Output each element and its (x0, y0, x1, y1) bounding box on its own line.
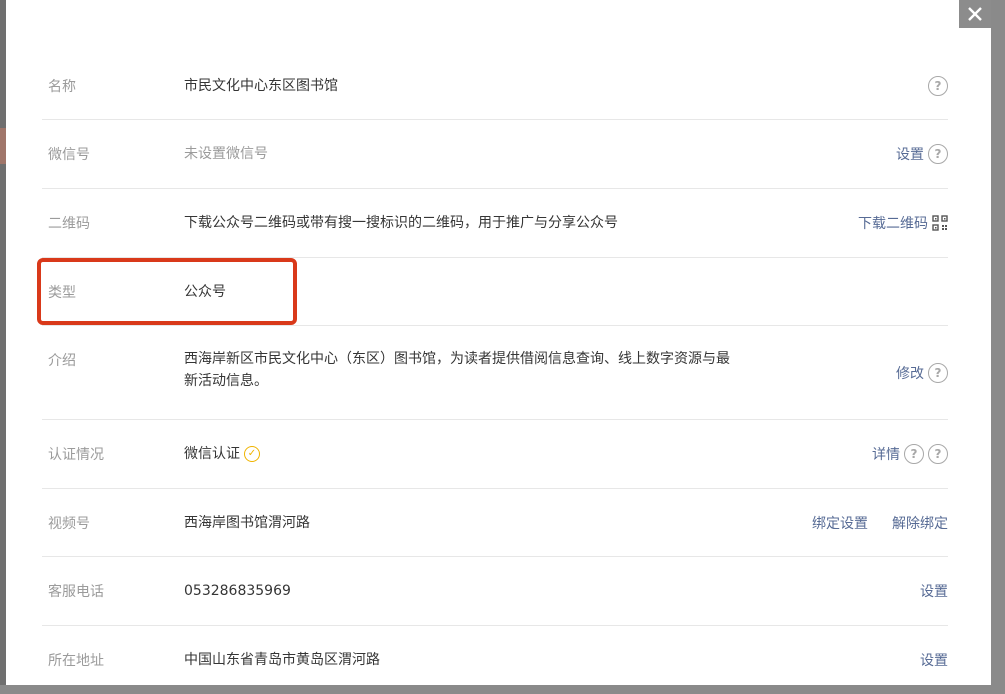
verified-check-icon: ✓ (244, 446, 260, 462)
row-service-phone: 客服电话 053286835969 设置 (42, 557, 948, 626)
qrcode-description: 下载公众号二维码或带有搜一搜标识的二维码，用于推广与分享公众号 (184, 215, 618, 231)
help-icon[interactable]: ? (928, 362, 948, 383)
row-label: 微信号 (48, 147, 90, 163)
row-label: 认证情况 (48, 447, 104, 463)
intro-text: 西海岸新区市民文化中心（东区）图书馆，为读者提供借阅信息查询、线上数字资源与最 … (184, 348, 730, 392)
row-label: 视频号 (48, 515, 90, 532)
help-icon[interactable]: ? (928, 444, 948, 464)
set-address-link[interactable]: 设置 (920, 650, 948, 670)
help-icon[interactable]: ? (928, 75, 948, 96)
row-label: 名称 (48, 78, 76, 95)
row-address: 所在地址 中国山东省青岛市黄岛区渭河路 设置 (42, 626, 948, 694)
set-wechat-id-link[interactable]: 设置 (896, 144, 924, 164)
type-row-highlight-box (37, 258, 297, 325)
row-label: 二维码 (48, 216, 90, 232)
help-icon[interactable]: ? (928, 144, 948, 164)
row-intro: 介绍 西海岸新区市民文化中心（东区）图书馆，为读者提供借阅信息查询、线上数字资源… (42, 326, 948, 420)
row-wechat-id: 微信号 未设置微信号 设置 ? (42, 120, 948, 189)
set-phone-link[interactable]: 设置 (920, 581, 948, 601)
channels-name: 西海岸图书馆渭河路 (184, 514, 310, 531)
unbind-link[interactable]: 解除绑定 (892, 513, 948, 533)
intro-line: 新活动信息。 (184, 373, 268, 389)
row-label: 所在地址 (48, 653, 104, 669)
row-name: 名称 市民文化中心东区图书馆 ? (42, 52, 948, 120)
row-channels: 视频号 西海岸图书馆渭河路 绑定设置 解除绑定 (42, 489, 948, 557)
close-button[interactable] (959, 0, 991, 28)
address-value: 中国山东省青岛市黄岛区渭河路 (184, 652, 380, 668)
info-list: 名称 市民文化中心东区图书馆 ? 微信号 未设置微信号 设置 ? 二维码 下载公… (42, 52, 948, 694)
verification-details-link[interactable]: 详情 (872, 444, 900, 464)
row-qrcode: 二维码 下载公众号二维码或带有搜一搜标识的二维码，用于推广与分享公众号 下载二维… (42, 189, 948, 258)
row-verification: 认证情况 微信认证 ✓ 详情 ? ? (42, 420, 948, 489)
bind-settings-link[interactable]: 绑定设置 (812, 513, 868, 533)
intro-line: 西海岸新区市民文化中心（东区）图书馆，为读者提供借阅信息查询、线上数字资源与最 (184, 351, 730, 367)
account-info-dialog: 名称 市民文化中心东区图书馆 ? 微信号 未设置微信号 设置 ? 二维码 下载公… (6, 0, 991, 685)
download-qrcode-link[interactable]: 下载二维码 (858, 213, 928, 233)
qr-code-icon[interactable] (932, 215, 948, 231)
edit-intro-link[interactable]: 修改 (896, 363, 924, 383)
row-label: 客服电话 (48, 584, 104, 600)
service-phone-value: 053286835969 (184, 583, 291, 599)
wechat-id-value: 未设置微信号 (184, 146, 268, 162)
help-icon[interactable]: ? (904, 444, 924, 464)
close-icon (968, 7, 982, 21)
verification-status: 微信认证 (184, 446, 240, 462)
account-name: 市民文化中心东区图书馆 (184, 77, 338, 94)
row-label: 介绍 (48, 353, 76, 369)
